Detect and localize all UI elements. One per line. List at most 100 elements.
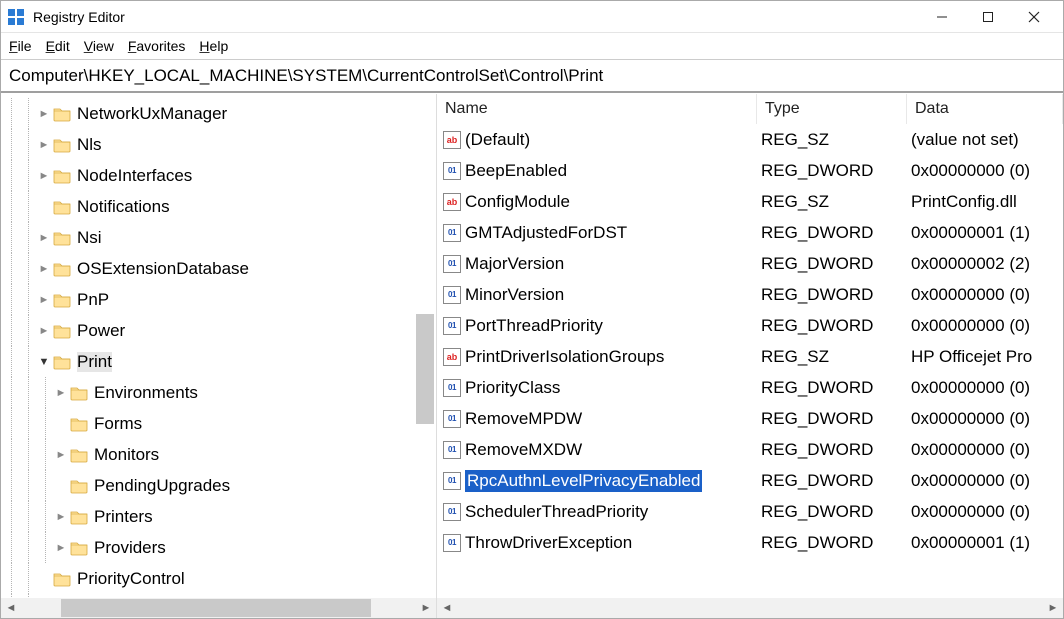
scroll-left-icon[interactable]: ◄ bbox=[437, 602, 457, 614]
value-type: REG_SZ bbox=[757, 130, 907, 150]
dword-value-icon bbox=[443, 317, 461, 335]
tree-item-label: PriorityControl bbox=[77, 569, 185, 589]
expand-icon[interactable]: ► bbox=[35, 170, 53, 182]
dword-value-icon bbox=[443, 224, 461, 242]
registry-value-row[interactable]: BeepEnabledREG_DWORD0x00000000 (0) bbox=[437, 155, 1063, 186]
value-name: PortThreadPriority bbox=[465, 316, 603, 336]
column-header-data[interactable]: Data bbox=[907, 94, 1063, 124]
menu-help[interactable]: Help bbox=[199, 38, 228, 54]
registry-value-row[interactable]: RpcAuthnLevelPrivacyEnabledREG_DWORD0x00… bbox=[437, 465, 1063, 496]
folder-icon bbox=[70, 509, 88, 525]
expand-icon[interactable]: ► bbox=[52, 511, 70, 523]
expand-icon[interactable]: ▼ bbox=[35, 356, 53, 368]
tree-item[interactable]: PendingUpgrades bbox=[1, 470, 436, 501]
registry-value-row[interactable]: MinorVersionREG_DWORD0x00000000 (0) bbox=[437, 279, 1063, 310]
value-type: REG_DWORD bbox=[757, 223, 907, 243]
folder-icon bbox=[53, 137, 71, 153]
expand-icon[interactable]: ► bbox=[35, 232, 53, 244]
minimize-button[interactable] bbox=[919, 2, 965, 32]
menu-favorites[interactable]: Favorites bbox=[128, 38, 186, 54]
dword-value-icon bbox=[443, 472, 461, 490]
expand-icon[interactable]: ► bbox=[52, 542, 70, 554]
tree-item[interactable]: ►Printers bbox=[1, 501, 436, 532]
string-value-icon bbox=[443, 348, 461, 366]
close-button[interactable] bbox=[1011, 2, 1057, 32]
tree-item-label: Forms bbox=[94, 414, 142, 434]
registry-value-row[interactable]: PortThreadPriorityREG_DWORD0x00000000 (0… bbox=[437, 310, 1063, 341]
dword-value-icon bbox=[443, 379, 461, 397]
value-type: REG_DWORD bbox=[757, 161, 907, 181]
value-data: 0x00000000 (0) bbox=[907, 440, 1063, 460]
registry-value-row[interactable]: RemoveMXDWREG_DWORD0x00000000 (0) bbox=[437, 434, 1063, 465]
registry-value-row[interactable]: (Default)REG_SZ(value not set) bbox=[437, 124, 1063, 155]
tree[interactable]: ►NetworkUxManager►Nls►NodeInterfacesNoti… bbox=[1, 94, 436, 598]
value-type: REG_SZ bbox=[757, 192, 907, 212]
dword-value-icon bbox=[443, 255, 461, 273]
tree-item-label: Environments bbox=[94, 383, 198, 403]
menu-file[interactable]: File bbox=[9, 38, 32, 54]
folder-icon bbox=[53, 261, 71, 277]
tree-item[interactable]: ►NodeInterfaces bbox=[1, 160, 436, 191]
value-type: REG_DWORD bbox=[757, 533, 907, 553]
tree-item[interactable]: ▼Print bbox=[1, 346, 436, 377]
registry-value-row[interactable]: ThrowDriverExceptionREG_DWORD0x00000001 … bbox=[437, 527, 1063, 558]
registry-value-row[interactable]: GMTAdjustedForDSTREG_DWORD0x00000001 (1) bbox=[437, 217, 1063, 248]
scroll-right-icon[interactable]: ► bbox=[1043, 602, 1063, 614]
expand-icon[interactable]: ► bbox=[35, 108, 53, 120]
expand-icon[interactable]: ► bbox=[35, 294, 53, 306]
tree-item[interactable]: ►Nls bbox=[1, 129, 436, 160]
value-type: REG_DWORD bbox=[757, 378, 907, 398]
folder-icon bbox=[53, 106, 71, 122]
tree-item[interactable]: ►Nsi bbox=[1, 222, 436, 253]
menu-edit[interactable]: Edit bbox=[46, 38, 70, 54]
tree-item[interactable]: ►Power bbox=[1, 315, 436, 346]
tree-hscroll-thumb[interactable] bbox=[61, 599, 371, 617]
folder-icon bbox=[53, 571, 71, 587]
dword-value-icon bbox=[443, 410, 461, 428]
tree-item[interactable]: ►Monitors bbox=[1, 439, 436, 470]
column-header-type[interactable]: Type bbox=[757, 94, 907, 124]
list-body[interactable]: (Default)REG_SZ(value not set)BeepEnable… bbox=[437, 124, 1063, 598]
folder-icon bbox=[53, 230, 71, 246]
value-data: 0x00000000 (0) bbox=[907, 161, 1063, 181]
value-data: 0x00000000 (0) bbox=[907, 502, 1063, 522]
folder-icon bbox=[70, 385, 88, 401]
tree-horizontal-scrollbar[interactable]: ◄ ► bbox=[1, 598, 436, 618]
scroll-right-icon[interactable]: ► bbox=[416, 602, 436, 614]
tree-item[interactable]: ► Environments bbox=[1, 377, 436, 408]
address-bar[interactable]: Computer\HKEY_LOCAL_MACHINE\SYSTEM\Curre… bbox=[1, 59, 1063, 93]
registry-value-row[interactable]: RemoveMPDWREG_DWORD0x00000000 (0) bbox=[437, 403, 1063, 434]
registry-value-row[interactable]: SchedulerThreadPriorityREG_DWORD0x000000… bbox=[437, 496, 1063, 527]
content: ►NetworkUxManager►Nls►NodeInterfacesNoti… bbox=[1, 93, 1063, 618]
registry-value-row[interactable]: PriorityClassREG_DWORD0x00000000 (0) bbox=[437, 372, 1063, 403]
scroll-left-icon[interactable]: ◄ bbox=[1, 602, 21, 614]
expand-icon[interactable]: ► bbox=[52, 387, 70, 399]
column-header-name[interactable]: Name bbox=[437, 94, 757, 124]
tree-item[interactable]: Notifications bbox=[1, 191, 436, 222]
list-horizontal-scrollbar[interactable]: ◄ ► bbox=[437, 598, 1063, 618]
expand-icon[interactable]: ► bbox=[35, 139, 53, 151]
value-type: REG_SZ bbox=[757, 347, 907, 367]
vertical-scrollbar-thumb[interactable] bbox=[416, 314, 434, 424]
tree-item[interactable]: ►OSExtensionDatabase bbox=[1, 253, 436, 284]
registry-value-row[interactable]: PrintDriverIsolationGroupsREG_SZHP Offic… bbox=[437, 341, 1063, 372]
registry-value-row[interactable]: ConfigModuleREG_SZPrintConfig.dll bbox=[437, 186, 1063, 217]
tree-item[interactable]: ►NetworkUxManager bbox=[1, 98, 436, 129]
tree-item[interactable]: PriorityControl bbox=[1, 563, 436, 594]
menu-view[interactable]: View bbox=[84, 38, 114, 54]
close-icon bbox=[1028, 11, 1040, 23]
tree-item[interactable]: ►Providers bbox=[1, 532, 436, 563]
maximize-icon bbox=[982, 11, 994, 23]
expand-icon[interactable]: ► bbox=[35, 325, 53, 337]
value-type: REG_DWORD bbox=[757, 502, 907, 522]
maximize-button[interactable] bbox=[965, 2, 1011, 32]
value-name: MinorVersion bbox=[465, 285, 564, 305]
folder-icon bbox=[70, 540, 88, 556]
expand-icon[interactable]: ► bbox=[52, 449, 70, 461]
tree-item[interactable]: Forms bbox=[1, 408, 436, 439]
expand-icon[interactable]: ► bbox=[35, 263, 53, 275]
dword-value-icon bbox=[443, 162, 461, 180]
tree-item[interactable]: ►PnP bbox=[1, 284, 436, 315]
registry-value-row[interactable]: MajorVersionREG_DWORD0x00000002 (2) bbox=[437, 248, 1063, 279]
list-pane: Name Type Data (Default)REG_SZ(value not… bbox=[437, 94, 1063, 618]
